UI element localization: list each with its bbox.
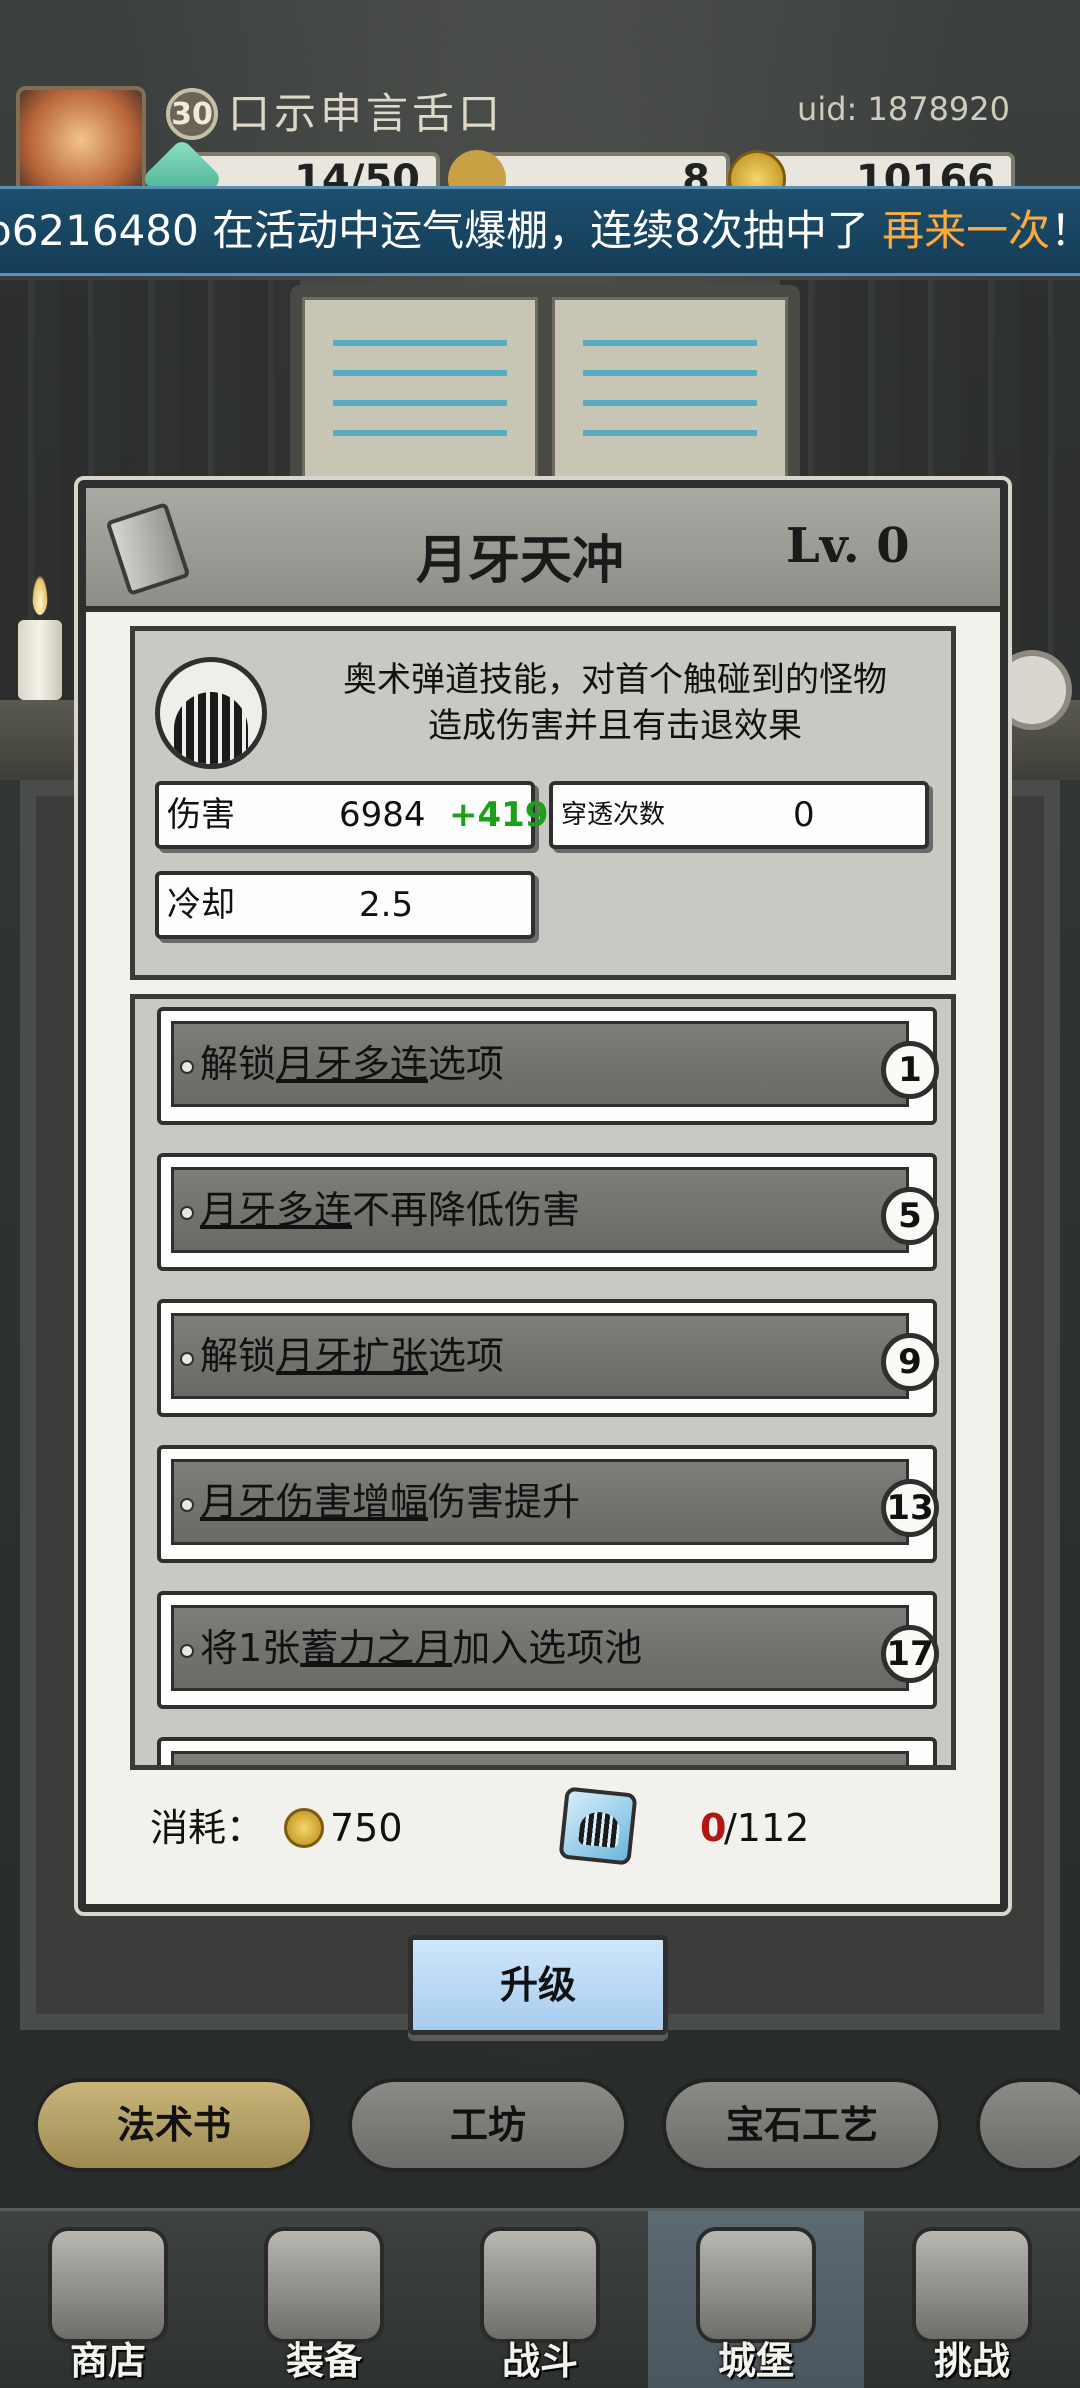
upgrade-text-post: 加入选项池 (452, 1626, 643, 1670)
nav-challenge[interactable]: 挑战 (864, 2211, 1080, 2388)
upgrade-text-post: 伤害提升 (428, 1480, 581, 1524)
required-level-badge: 17 (881, 1625, 939, 1683)
marquee-text: o6216480 在活动中运气爆棚，连续8次抽中了 (0, 206, 883, 255)
skill-card-material-icon (558, 1786, 638, 1866)
pierce-value: 0 (793, 795, 815, 835)
cooldown-value: 2.5 (359, 885, 414, 925)
crossed-swords-icon (480, 2227, 600, 2343)
skill-info-panel: 奥术弹道技能，对首个触碰到的怪物 造成伤害并且有击退效果 伤害 6984 +41… (130, 626, 956, 980)
dialog-title-bar: 月牙天冲 Lv. 0 (86, 488, 1000, 612)
required-level-badge: 9 (881, 1333, 939, 1391)
material-need: /112 (724, 1806, 810, 1850)
upgrade-item[interactable]: 将1张蓄力之月加入选项池 17 (157, 1591, 939, 1709)
marquee-suffix: ！ (1050, 206, 1080, 255)
cost-label: 消耗： (150, 1806, 265, 1850)
nav-castle[interactable]: 城堡 (648, 2211, 864, 2388)
skill-description-line-1: 奥术弹道技能，对首个触碰到的怪物 (343, 660, 887, 700)
nav-battle-label: 战斗 (501, 2339, 578, 2383)
nav-battle[interactable]: 战斗 (432, 2211, 648, 2388)
upgrade-text-pre: 解锁 (200, 1042, 277, 1086)
upgrade-item[interactable]: 月牙伤害增幅伤害提升 13 (157, 1445, 939, 1563)
nav-shop[interactable]: 商店 (0, 2211, 216, 2388)
skill-detail-dialog: 月牙天冲 Lv. 0 奥术弹道技能，对首个触碰到的怪物 造成伤害并且有击退效果 … (74, 476, 1012, 1916)
skill-description: 奥术弹道技能，对首个触碰到的怪物 造成伤害并且有击退效果 (285, 657, 945, 749)
tab-workshop[interactable]: 工坊 (348, 2078, 628, 2172)
tab-gem-craft[interactable]: 宝石工艺 (662, 2078, 942, 2172)
shield-emblem-icon (912, 2227, 1032, 2343)
upgrade-text-link: 月牙扩张 (276, 1334, 429, 1378)
upgrade-text-link: 蓄力之月 (300, 1626, 453, 1670)
nav-shop-label: 商店 (69, 2339, 146, 2383)
required-level-badge: 13 (881, 1479, 939, 1537)
upgrade-item[interactable]: 解锁月牙扩张选项 9 (157, 1299, 939, 1417)
upgrade-text-post: 不再降低伤害 (352, 1188, 581, 1232)
open-spellbook-icon (290, 285, 800, 495)
nav-challenge-label: 挑战 (933, 2339, 1010, 2383)
marquee-highlight: 再来一次 (882, 206, 1051, 255)
upgrade-text-link: 月牙多连 (200, 1188, 353, 1232)
cooldown-label: 冷却 (167, 885, 235, 925)
cost-coin-amount: 750 (330, 1806, 403, 1850)
candle-icon (18, 620, 62, 700)
upgrade-cost-row: 消耗： 750 0 /112 (150, 1786, 950, 1868)
upgrade-item-partial[interactable] (157, 1737, 937, 1765)
upgrade-item[interactable]: 解锁月牙多连选项 1 (157, 1007, 939, 1125)
tab-spellbook[interactable]: 法术书 (34, 2078, 314, 2172)
skill-description-line-2: 造成伤害并且有击退效果 (428, 706, 802, 746)
damage-value: 6984 (339, 795, 426, 835)
required-level-badge: 5 (881, 1187, 939, 1245)
spellbook-icon (105, 502, 191, 596)
candle-flame-icon (32, 575, 48, 615)
player-uid: uid: 1878920 (797, 90, 1010, 128)
wizard-tower-icon (696, 2227, 816, 2343)
upgrade-text-link: 月牙伤害增幅 (200, 1480, 429, 1524)
skill-level: Lv. 0 (786, 518, 910, 574)
shop-icon (48, 2227, 168, 2343)
nav-castle-label: 城堡 (717, 2339, 794, 2383)
required-level-badge: 1 (881, 1041, 939, 1099)
announcement-marquee: o6216480 在活动中运气爆棚，连续8次抽中了 再来一次！ (0, 186, 1080, 276)
crescent-moon-skill-icon (155, 657, 267, 769)
player-name: 口示申言舌口 (228, 89, 505, 138)
tab-more[interactable] (976, 2078, 1080, 2172)
upgrade-list[interactable]: 解锁月牙多连选项 1 月牙多连不再降低伤害 5 解锁月牙扩张选项 9 月牙伤害增… (130, 994, 956, 1770)
upgrade-text-post: 选项 (428, 1042, 505, 1086)
upgrade-button[interactable]: 升级 (408, 1935, 668, 2035)
upgrade-text-link: 月牙多连 (276, 1042, 429, 1086)
book-page-left (302, 297, 538, 483)
cooldown-stat: 冷却 2.5 (155, 871, 535, 939)
player-level-badge: 30 (166, 88, 218, 140)
damage-label: 伤害 (167, 795, 235, 835)
skill-title: 月牙天冲 (416, 530, 625, 591)
material-have: 0 (700, 1806, 727, 1850)
nav-equipment-label: 装备 (285, 2339, 362, 2383)
pierce-stat: 穿透次数 0 (549, 781, 929, 849)
bottom-navigation: 商店 装备 战斗 城堡 挑战 (0, 2208, 1080, 2388)
pierce-label: 穿透次数 (561, 800, 666, 830)
backpack-icon (264, 2227, 384, 2343)
damage-stat: 伤害 6984 +419 (155, 781, 548, 849)
damage-bonus: +419 (449, 795, 549, 835)
upgrade-text-post: 选项 (428, 1334, 505, 1378)
player-header: 30 口示申言舌口 uid: 1878920 14/50 8 10166 (0, 0, 1080, 221)
upgrade-text-pre: 解锁 (200, 1334, 277, 1378)
book-page-right (552, 297, 788, 483)
nav-equipment[interactable]: 装备 (216, 2211, 432, 2388)
upgrade-text-pre: 将1张 (200, 1626, 301, 1670)
coin-icon (284, 1808, 324, 1848)
upgrade-item[interactable]: 月牙多连不再降低伤害 5 (157, 1153, 939, 1271)
